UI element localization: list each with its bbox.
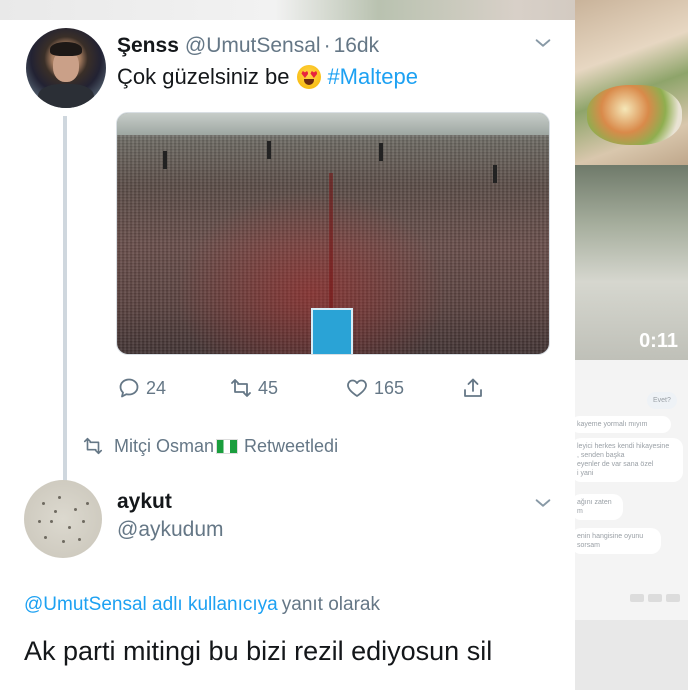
chevron-down-icon[interactable]: [532, 32, 554, 54]
chat-bubble: kayeme yormalı mıyım: [575, 416, 671, 433]
heart-eyes-emoji-icon: [297, 65, 322, 89]
chat-bubble: leyici herkes kendi hikayesine , senden …: [575, 438, 683, 482]
user-handle[interactable]: @UmutSensal: [185, 34, 321, 58]
chat-footer: [630, 594, 680, 602]
chat-bubble: Evet?: [647, 392, 677, 409]
background-food-photo: [575, 0, 688, 165]
like-button[interactable]: 165: [345, 376, 404, 400]
avatar[interactable]: [24, 480, 102, 558]
reply-button[interactable]: 24: [117, 376, 166, 400]
video-duration: 0:11: [639, 330, 678, 352]
retweet-banner[interactable]: Mitçi Osman Retweetledi: [82, 435, 338, 457]
replying-to: @UmutSensal adlı kullanıcıya yanıt olarak: [24, 594, 380, 616]
background-collage: 0:11 Evet? kayeme yormalı mıyım leyici h…: [575, 0, 688, 690]
avatar[interactable]: [26, 28, 106, 108]
thread-line: [63, 116, 67, 486]
share-button[interactable]: [461, 376, 490, 400]
reply-icon: [119, 378, 139, 398]
retweeter-name: Mitçi Osman: [114, 435, 215, 456]
retweet-label: Retweetledi: [244, 435, 339, 456]
chat-bubble: enin hangisine oyunu sorsam: [575, 528, 661, 554]
reply-display-name[interactable]: aykut: [117, 490, 172, 514]
food-plate: [587, 85, 682, 145]
tweet-media-image[interactable]: [116, 112, 550, 355]
tweet-actions: 24 45 165: [117, 376, 497, 402]
reply-user-handle[interactable]: @aykudum: [117, 518, 224, 542]
reply-count: 24: [146, 377, 167, 398]
like-count: 165: [374, 377, 405, 398]
nigeria-flag-icon: [216, 438, 239, 454]
background-chat: Evet? kayeme yormalı mıyım leyici herkes…: [575, 380, 688, 620]
tweet-timestamp[interactable]: 16dk: [334, 34, 380, 58]
heart-icon: [347, 379, 367, 397]
separator-dot: ·: [323, 34, 331, 57]
share-icon: [464, 378, 482, 397]
retweet-icon: [83, 437, 103, 455]
display-name[interactable]: Şenss: [117, 34, 179, 58]
background-bottom: [575, 620, 688, 690]
tweet-text-body: Çok güzelsiniz be: [117, 64, 290, 89]
tweet-card: Şenss @UmutSensal · 16dk Çok güzelsiniz …: [0, 20, 575, 690]
reply-text: Ak parti mitingi bu bizi rezil ediyosun …: [24, 636, 493, 666]
chevron-down-icon[interactable]: [532, 492, 554, 514]
retweet-button[interactable]: 45: [229, 376, 278, 400]
tweet-text: Çok güzelsiniz be #Maltepe: [117, 64, 418, 90]
tweet-header: Şenss @UmutSensal · 16dk: [117, 34, 379, 58]
hashtag-link[interactable]: #Maltepe: [327, 64, 418, 90]
rally-stage: [311, 308, 353, 354]
chat-bubble: ağını zaten m: [575, 494, 623, 520]
retweet-count: 45: [258, 377, 279, 398]
replying-to-mention[interactable]: @UmutSensal adlı kullanıcıya: [24, 594, 278, 615]
retweet-icon: [231, 379, 251, 397]
replying-to-suffix: yanıt olarak: [281, 594, 380, 615]
